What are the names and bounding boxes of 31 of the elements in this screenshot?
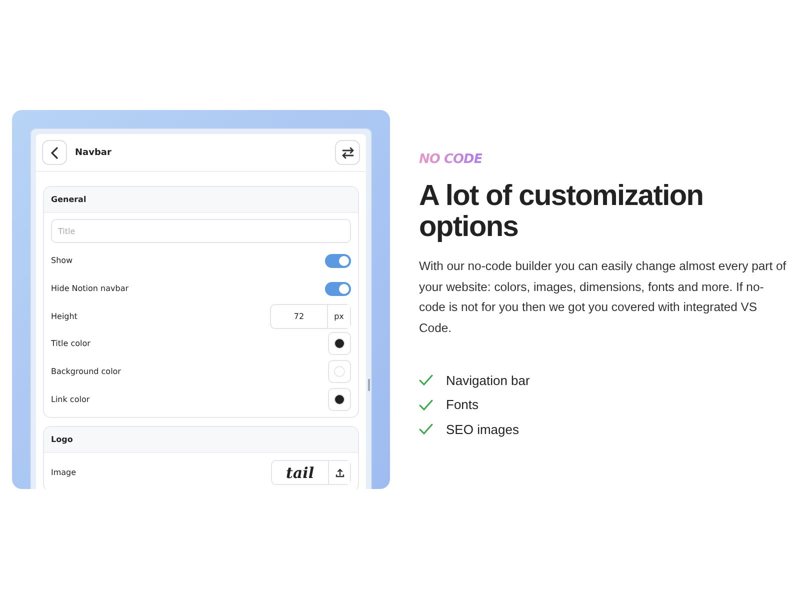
setting-label: Show <box>51 256 73 266</box>
feature-item: SEO images <box>446 422 519 437</box>
feature-item: Navigation bar <box>446 372 530 388</box>
setting-label: Image <box>51 468 76 478</box>
setting-label: Hide Notion navbar <box>51 284 129 294</box>
color-picker[interactable] <box>328 332 351 356</box>
feature-item: Fonts <box>446 397 479 412</box>
resize-handle[interactable] <box>368 379 370 391</box>
toggle-switch[interactable] <box>325 254 351 268</box>
check-icon <box>419 374 433 386</box>
swap-icon <box>340 146 354 160</box>
description: With our no-code builder you can easily change almost every part of your website: colors, images, dimensions, fonts and more. If no-code is not for you then we got you covered with integrated VS Code. <box>419 258 788 336</box>
color-picker[interactable] <box>328 360 351 384</box>
logo-preview: tail <box>284 462 316 484</box>
editor-title: Navbar <box>75 148 112 158</box>
toggle-switch[interactable] <box>325 282 351 296</box>
swap-button[interactable] <box>335 140 360 165</box>
upload-icon <box>334 468 344 478</box>
setting-label: Height <box>51 312 78 321</box>
check-icon <box>419 423 433 436</box>
setting-label: Title color <box>51 339 90 348</box>
heading: A lot of customization options <box>419 181 704 243</box>
section-title: General <box>51 195 86 204</box>
check-icon <box>419 398 433 411</box>
color-picker[interactable] <box>328 388 351 411</box>
setting-label: Link color <box>51 394 90 404</box>
back-button[interactable] <box>42 140 67 165</box>
title-field[interactable]: Title <box>51 219 351 243</box>
setting-label: Background color <box>51 367 121 376</box>
section-title: Logo <box>51 435 73 444</box>
upload-button[interactable] <box>328 461 350 484</box>
